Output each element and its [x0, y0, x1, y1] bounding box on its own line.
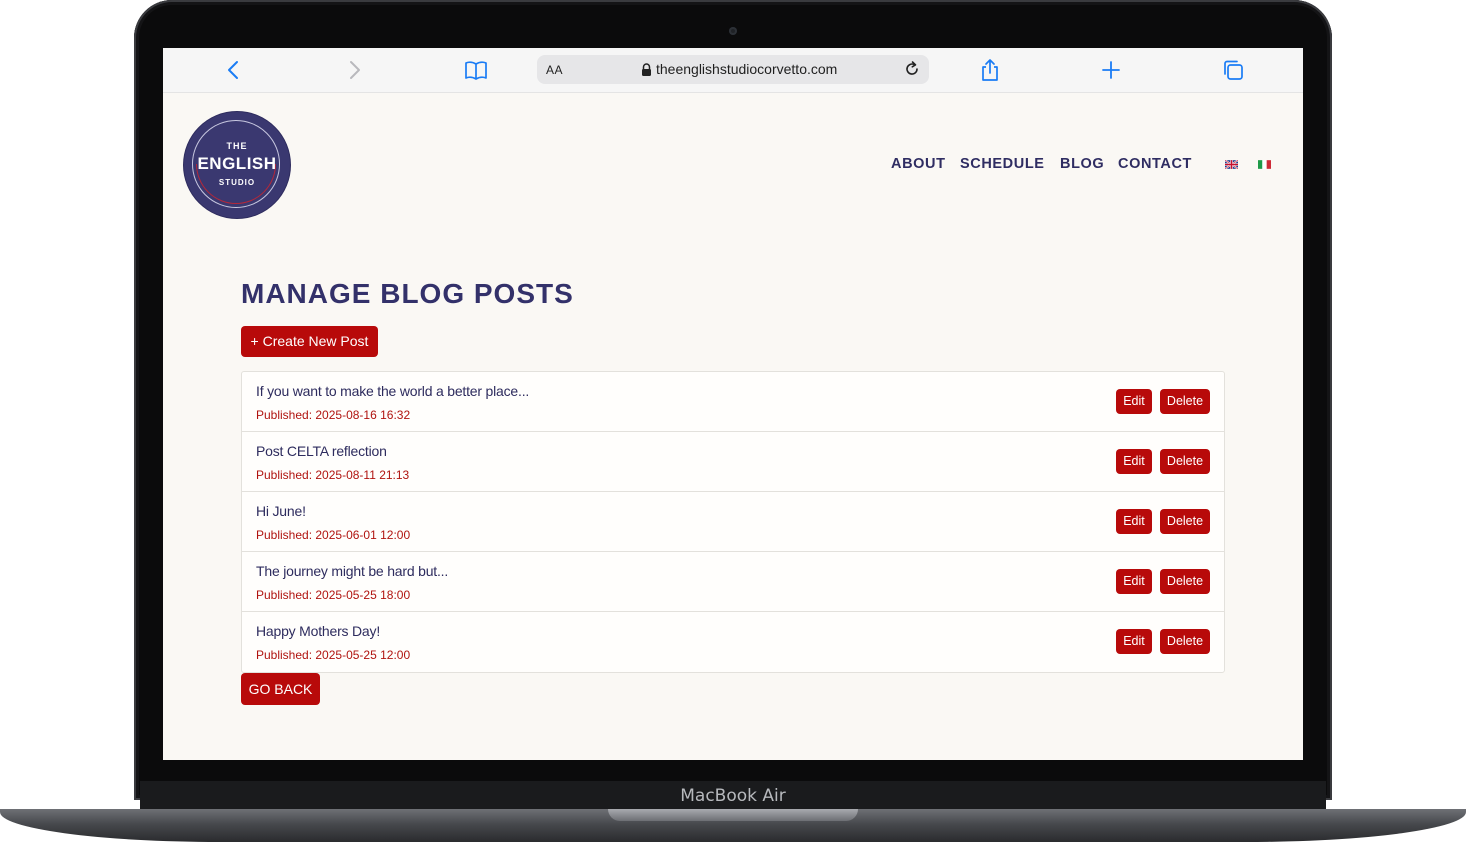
post-date: Published: 2025-05-25 18:00 [256, 588, 411, 602]
nav-about[interactable]: ABOUT [891, 156, 946, 172]
post-title: The journey might be hard but... [256, 563, 449, 579]
post-date: Published: 2025-05-25 12:00 [256, 648, 411, 662]
post-date: Published: 2025-08-16 16:32 [256, 408, 411, 422]
bookmarks-icon[interactable] [463, 57, 489, 83]
camera-icon [729, 27, 737, 35]
browser-toolbar: AA theenglishstudiocorvetto.com [163, 48, 1303, 93]
it-flag-icon[interactable] [1258, 160, 1271, 169]
en-flag-icon[interactable] [1225, 160, 1238, 169]
delete-button[interactable]: Delete [1160, 629, 1210, 654]
url-text: theenglishstudiocorvetto.com [656, 61, 838, 77]
post-list: If you want to make the world a better p… [241, 371, 1225, 673]
logo-text-the: THE [226, 141, 248, 151]
share-icon[interactable] [977, 57, 1003, 83]
nav-blog[interactable]: BLOG [1060, 156, 1104, 172]
logo-text-english: ENGLISH [197, 154, 277, 173]
post-date: Published: 2025-08-11 21:13 [256, 468, 410, 482]
address-bar[interactable]: AA theenglishstudiocorvetto.com [537, 55, 929, 84]
edit-button[interactable]: Edit [1116, 569, 1152, 594]
logo-text-studio: STUDIO [218, 178, 256, 187]
go-back-button[interactable]: GO BACK [241, 673, 320, 705]
delete-button[interactable]: Delete [1160, 449, 1210, 474]
edit-button[interactable]: Edit [1116, 449, 1152, 474]
nav-contact[interactable]: CONTACT [1118, 156, 1192, 172]
edit-button[interactable]: Edit [1116, 509, 1152, 534]
laptop-model-label: MacBook Air [680, 786, 786, 806]
laptop-notch [608, 809, 858, 821]
new-tab-icon[interactable] [1098, 57, 1124, 83]
reload-icon[interactable] [903, 60, 921, 78]
post-row: The journey might be hard but... Publish… [242, 552, 1224, 612]
post-row: Post CELTA reflection Published: 2025-08… [242, 432, 1224, 492]
tabs-overview-icon[interactable] [1220, 57, 1246, 83]
reader-button[interactable]: AA [546, 63, 563, 77]
delete-button[interactable]: Delete [1160, 509, 1210, 534]
lock-icon [642, 63, 651, 76]
back-icon[interactable] [221, 57, 247, 83]
site-logo[interactable]: THE ENGLISH STUDIO [184, 112, 290, 218]
forward-icon[interactable] [341, 57, 367, 83]
post-title: If you want to make the world a better p… [256, 383, 530, 399]
create-post-button[interactable]: + Create New Post [241, 326, 378, 357]
post-title: Happy Mothers Day! [256, 623, 381, 639]
post-title: Hi June! [256, 503, 306, 519]
post-date: Published: 2025-06-01 12:00 [256, 528, 411, 542]
browser-screen: AA theenglishstudiocorvetto.com THE ENGL… [163, 48, 1303, 760]
post-row: Happy Mothers Day! Published: 2025-05-25… [242, 612, 1224, 672]
delete-button[interactable]: Delete [1160, 569, 1210, 594]
post-row: If you want to make the world a better p… [242, 372, 1224, 432]
post-title: Post CELTA reflection [256, 443, 387, 459]
edit-button[interactable]: Edit [1116, 389, 1152, 414]
post-row: Hi June! Published: 2025-06-01 12:00 Edi… [242, 492, 1224, 552]
edit-button[interactable]: Edit [1116, 629, 1152, 654]
page-title: MANAGE BLOG POSTS [241, 278, 574, 309]
delete-button[interactable]: Delete [1160, 389, 1210, 414]
nav-schedule[interactable]: SCHEDULE [960, 156, 1045, 172]
